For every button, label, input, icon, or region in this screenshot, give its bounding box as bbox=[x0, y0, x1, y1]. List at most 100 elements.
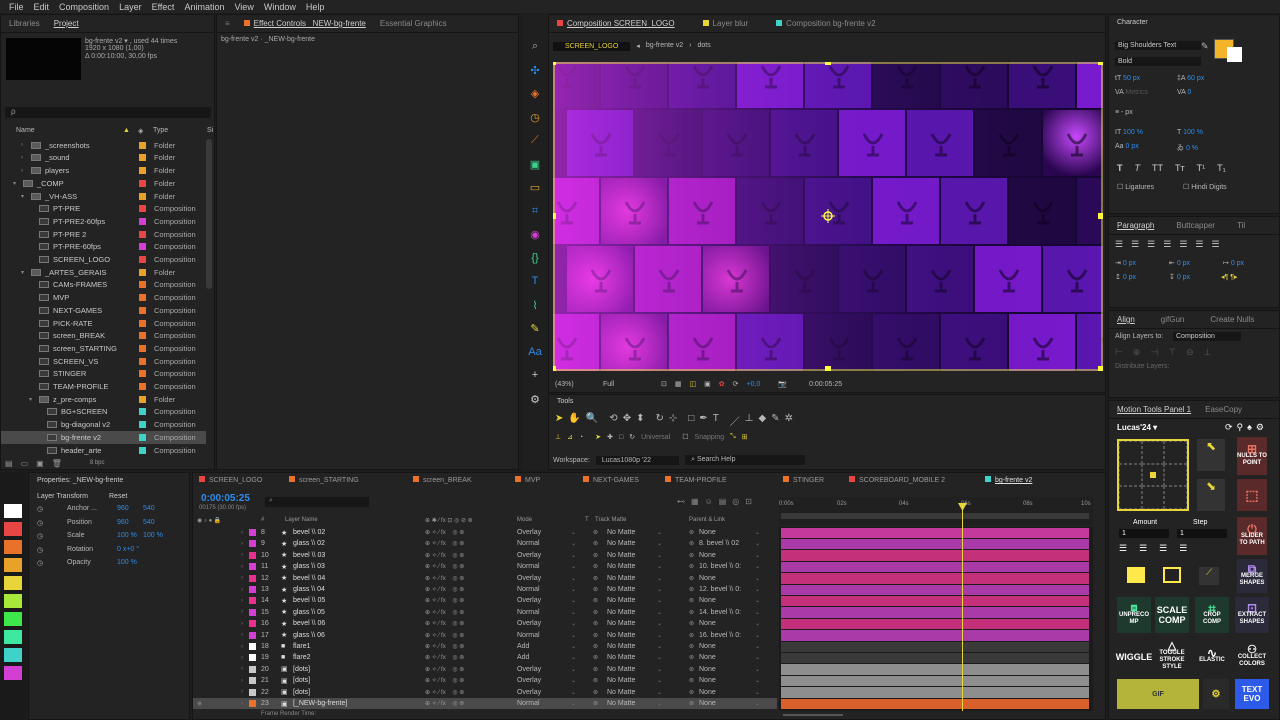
align-right-icon[interactable]: ☰ bbox=[1147, 239, 1155, 250]
wiggle-button[interactable]: WIGGLE bbox=[1116, 639, 1153, 675]
tab-comp-bg-frente[interactable]: Composition bg-frente v2 bbox=[776, 19, 876, 28]
local-axis-icon[interactable]: ⊿ bbox=[567, 433, 573, 441]
project-scrollbar[interactable] bbox=[206, 139, 212, 289]
gif-settings-button[interactable]: ⚙ bbox=[1203, 679, 1229, 709]
transform-handle[interactable] bbox=[553, 62, 556, 65]
tab-effect-controls[interactable]: Effect Controls _NEW-bg-frente bbox=[243, 19, 366, 28]
justify-left-icon[interactable]: ☰ bbox=[1163, 239, 1171, 250]
layer-switches[interactable]: ⊕ ✧ ⁄ fx ◎ ⊚ bbox=[425, 677, 464, 684]
breadcrumb-dots[interactable]: dots bbox=[698, 42, 711, 51]
project-item[interactable]: ▾ z_pre-comps Folder bbox=[1, 393, 206, 406]
label-color-swatch[interactable] bbox=[139, 230, 146, 238]
transform-handle[interactable] bbox=[825, 62, 831, 65]
align-tool-a[interactable]: ⬉ bbox=[1197, 439, 1225, 471]
fill-swatch-button[interactable] bbox=[1127, 567, 1145, 583]
hand-tool-icon[interactable]: ✋ bbox=[568, 413, 580, 428]
layer-name[interactable]: flare1 bbox=[293, 643, 311, 650]
layer-duration-bar[interactable] bbox=[781, 527, 1089, 538]
snapping-label[interactable]: Snapping bbox=[695, 434, 725, 441]
shape-tool-icon[interactable]: □ bbox=[688, 413, 694, 428]
transform-handle[interactable] bbox=[1098, 213, 1103, 219]
brush-tool-icon[interactable]: ／ bbox=[730, 413, 740, 428]
help-search[interactable]: ⌕ Search Help bbox=[685, 455, 806, 465]
blend-mode-select[interactable]: Overlay bbox=[517, 575, 541, 582]
parent-select[interactable]: None bbox=[699, 575, 716, 582]
parent-select[interactable]: 16. bevel \\ 0: bbox=[699, 632, 741, 639]
dist-3-icon[interactable]: ☰ bbox=[1159, 543, 1167, 554]
orbit-tool-icon[interactable]: ⟲ bbox=[609, 413, 617, 428]
stopwatch-icon[interactable]: ◷ bbox=[37, 559, 43, 567]
type-tool-icon[interactable]: T bbox=[713, 413, 719, 428]
frame-blend-icon[interactable]: ▤ bbox=[719, 497, 727, 506]
layer-row[interactable]: › 16 ★ bevel \\ 06 ⊕ ✧ ⁄ fx ◎ ⊚ Overlay ⌄ ⊚ No M… bbox=[193, 618, 777, 629]
col-name[interactable]: Name bbox=[16, 127, 35, 134]
project-item[interactable]: SCREEN_LOGO Composition bbox=[1, 253, 206, 266]
project-item[interactable]: › _screenshots Folder bbox=[1, 139, 206, 152]
menu-effect[interactable]: Effect bbox=[147, 2, 180, 12]
trash-icon[interactable]: 🗑 bbox=[52, 459, 62, 468]
layer-name[interactable]: bevel \\ 03 bbox=[293, 552, 325, 559]
pickwhip-icon[interactable]: ⊚ bbox=[689, 563, 694, 570]
align-top-edges-icon[interactable]: ⊤ bbox=[1168, 347, 1176, 358]
dolly-tool-icon[interactable]: ⬍ bbox=[636, 413, 644, 428]
layer-switches[interactable]: ⊕ ✧ ⁄ fx ◎ ⊚ bbox=[425, 632, 464, 639]
layer-label-color[interactable] bbox=[249, 688, 256, 696]
elastic-button[interactable]: ∿ ELASTIC bbox=[1195, 639, 1229, 675]
layer-name[interactable]: [dots] bbox=[293, 666, 310, 673]
stroke-swatch-button[interactable] bbox=[1163, 567, 1181, 583]
blend-mode-select[interactable]: Overlay bbox=[517, 597, 541, 604]
layer-label-color[interactable] bbox=[249, 700, 256, 707]
label-color-swatch[interactable] bbox=[139, 395, 146, 403]
space-after-value[interactable]: 0 px bbox=[1177, 274, 1190, 281]
anchor-grid[interactable] bbox=[1117, 439, 1189, 511]
matte-icon[interactable]: ⊚ bbox=[593, 700, 598, 707]
layer-duration-bar[interactable] bbox=[781, 607, 1089, 618]
eye-icon[interactable]: ◉ bbox=[526, 228, 544, 241]
menu-view[interactable]: View bbox=[229, 2, 258, 12]
parent-select[interactable]: None bbox=[699, 700, 716, 707]
layer-label-color[interactable] bbox=[249, 551, 256, 559]
snapping-checkbox[interactable]: ☐ bbox=[682, 433, 688, 441]
graph-editor-icon[interactable]: ⊡ bbox=[745, 497, 752, 506]
timeline-tab[interactable]: SCOREBOARD_MOBILE 2 bbox=[849, 476, 945, 484]
timeline-tab[interactable]: STINGER bbox=[783, 476, 824, 484]
layer-name[interactable]: [_NEW-bg-frente] bbox=[293, 700, 347, 707]
layer-duration-bar[interactable] bbox=[781, 595, 1089, 607]
menu-layer[interactable]: Layer bbox=[114, 2, 147, 12]
label-color-swatch[interactable] bbox=[139, 281, 146, 289]
tab-gifgun[interactable]: gifGun bbox=[1161, 315, 1185, 324]
project-item[interactable]: ▾ _ARTES_GERAIS Folder bbox=[1, 266, 206, 279]
space-before[interactable]: ↥ 0 px bbox=[1115, 273, 1136, 281]
parent-select[interactable]: None bbox=[699, 552, 716, 559]
transform-value-1[interactable]: 0 x+0 ° bbox=[117, 546, 139, 553]
gear-icon[interactable]: ⚙ bbox=[526, 393, 544, 406]
transform-value-2[interactable]: 540 bbox=[143, 505, 155, 512]
stopwatch-icon[interactable]: ◷ bbox=[37, 532, 43, 540]
amount-field[interactable]: 1 bbox=[1119, 529, 1169, 538]
track-matte-select[interactable]: No Matte bbox=[607, 609, 635, 616]
layer-row[interactable]: › 21 ▣ [dots] ⊕ ✧ ⁄ fx ◎ ⊚ Overlay ⌄ ⊚ No Matte ⌄… bbox=[193, 675, 777, 686]
parent-select[interactable]: 8. bevel \\ 02 bbox=[699, 540, 739, 547]
project-item[interactable]: bg-frente v2 Composition bbox=[1, 431, 206, 444]
twirl-icon[interactable]: › bbox=[241, 541, 243, 547]
transform-value-2[interactable]: 540 bbox=[143, 519, 155, 526]
layer-row[interactable]: › 15 ★ glass \\ 05 ⊕ ✧ ⁄ fx ◎ ⊚ Normal ⌄ ⊚ No Ma… bbox=[193, 607, 777, 618]
resolution-select[interactable]: Full bbox=[603, 381, 653, 388]
layer-row[interactable]: › 19 ■ flare2 ⊕ ✧ ⁄ fx ◎ ⊚ Add ⌄ ⊚ No Matte ⌄ ⊚ Non… bbox=[193, 652, 777, 663]
zoom-select[interactable]: (43%) bbox=[555, 381, 595, 388]
layer-switches[interactable]: ⊕ ✧ ⁄ fx ◎ ⊚ bbox=[425, 563, 464, 570]
align-hcenter-icon[interactable]: ⊕ bbox=[1133, 347, 1141, 358]
align-center-icon[interactable]: ☰ bbox=[1131, 239, 1139, 250]
blend-mode-select[interactable]: Overlay bbox=[517, 666, 541, 673]
justify-center-icon[interactable]: ☰ bbox=[1179, 239, 1187, 250]
snap-arrow-icon[interactable]: ➤ bbox=[595, 433, 601, 441]
layer-switches[interactable]: ⊕ ✧ ⁄ fx ◎ ⊚ bbox=[425, 529, 464, 536]
color-swatch[interactable] bbox=[4, 522, 22, 536]
type-icon[interactable]: Aa bbox=[526, 346, 544, 358]
crop-icon[interactable]: ⌗ bbox=[526, 205, 544, 218]
pan-tool-icon[interactable]: ✥ bbox=[623, 413, 631, 428]
timeline-zoom-slider[interactable] bbox=[783, 714, 843, 716]
small-caps-icon[interactable]: Tт bbox=[1175, 163, 1185, 173]
puppet-icon[interactable]: ✣ bbox=[526, 64, 544, 77]
track-matte-select[interactable]: No Matte bbox=[607, 529, 635, 536]
